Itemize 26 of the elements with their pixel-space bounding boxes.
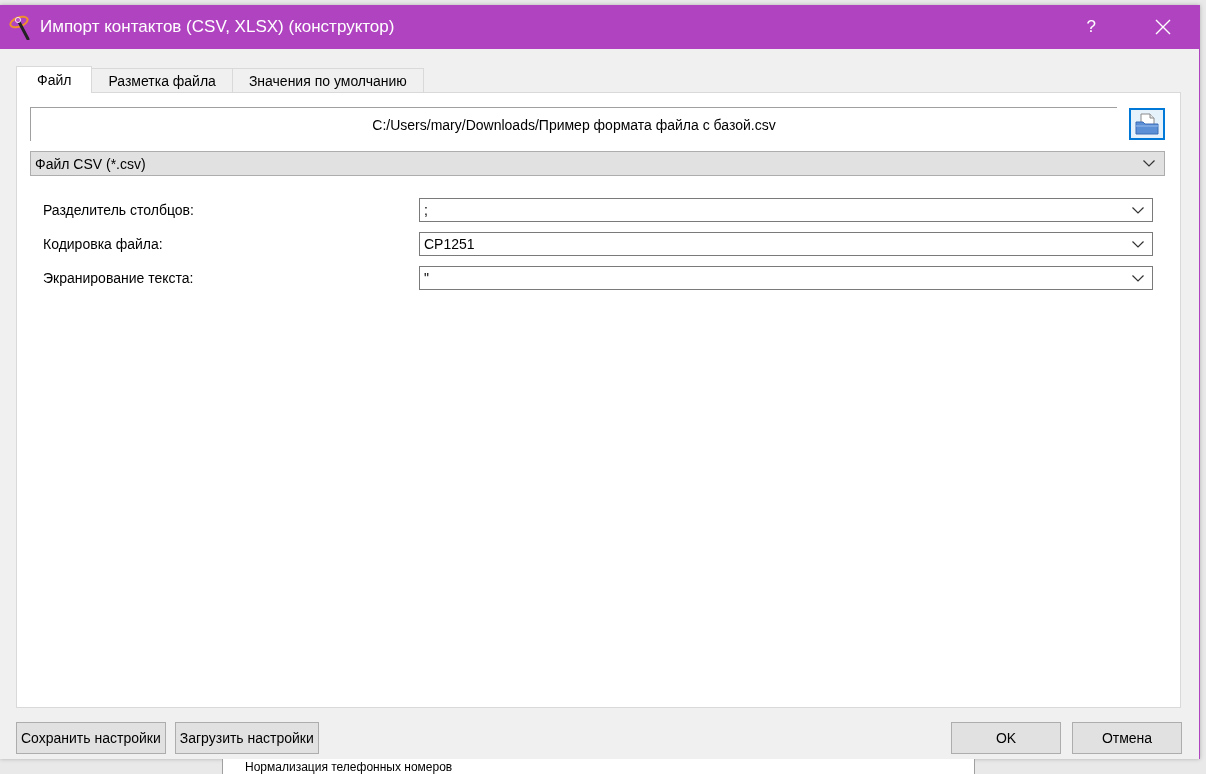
tab[interactable]: Значения по умолчанию [231,68,424,92]
tab[interactable]: Разметка файла [91,68,233,92]
setting-dropdown[interactable]: CP1251 [419,232,1153,256]
file-path-field[interactable]: C:/Users/mary/Downloads/Пример формата файла с базой.csv [30,107,1117,141]
open-file-button[interactable] [1129,108,1165,140]
field-label: Кодировка файла: [43,236,164,252]
chevron-down-icon [1132,240,1144,248]
setting-dropdown[interactable]: " [419,266,1153,290]
setting-dropdown[interactable]: ; [419,198,1153,222]
settings-button[interactable]: Сохранить настройки [16,722,166,754]
close-button[interactable] [1155,19,1171,35]
background-row-text: Нормализация телефонных номеров [245,759,453,774]
file-type-dropdown[interactable]: Файл CSV (*.csv) [30,151,1165,176]
dialog-button[interactable]: Отмена [1072,722,1182,754]
folder-icon [1135,113,1159,135]
chevron-down-icon [1143,160,1155,167]
window-title: Импорт контактов (CSV, XLSX) (конструктор) [40,17,396,37]
close-icon [1155,19,1171,35]
field-label: Разделитель столбцов: [43,202,195,218]
tab[interactable]: Файл [16,66,93,93]
settings-button[interactable]: Загрузить настройки [174,722,319,754]
field-label: Экранирование текста: [43,270,195,286]
help-button[interactable]: ? [1082,17,1100,37]
chevron-down-icon [1132,274,1144,282]
dialog-button[interactable]: OK [951,722,1061,754]
chevron-down-icon [1132,206,1144,214]
